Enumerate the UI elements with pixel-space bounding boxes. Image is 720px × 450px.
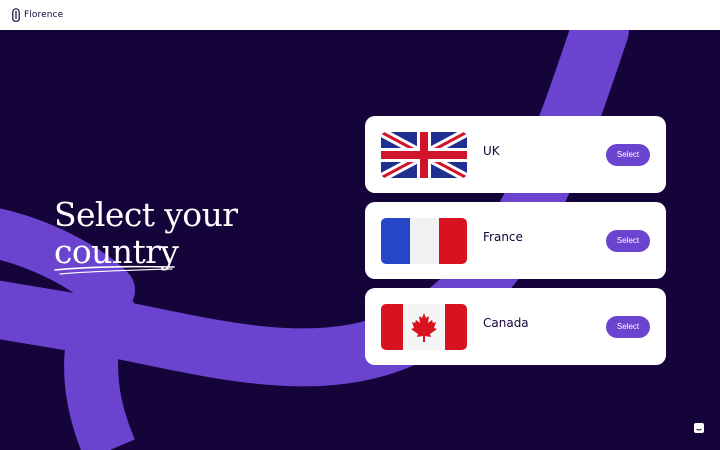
canada-flag-icon [381,303,467,350]
brand-name: Florence [24,10,64,20]
title-underline-decoration [54,265,175,275]
top-bar: Florence [0,0,720,30]
country-name-france: France [483,229,523,244]
france-flag-icon [381,217,467,264]
country-card-france[interactable]: France Select [365,202,666,279]
country-card-canada[interactable]: Canada Select [365,288,666,365]
brand-logo[interactable]: Florence [12,8,63,22]
country-card-list: UK Select France Select Canada Select [365,116,666,374]
page-title: Select your country [54,195,294,275]
uk-flag-icon [381,131,467,178]
florence-logo-icon [12,8,20,22]
chat-icon [694,423,704,433]
chat-launcher-button[interactable] [688,417,710,439]
country-name-uk: UK [483,143,500,158]
select-uk-button[interactable]: Select [606,143,650,166]
page-title-line1: Select your [54,195,238,234]
country-name-canada: Canada [483,315,529,330]
country-card-uk[interactable]: UK Select [365,116,666,193]
select-france-button[interactable]: Select [606,229,650,252]
select-canada-button[interactable]: Select [606,315,650,338]
